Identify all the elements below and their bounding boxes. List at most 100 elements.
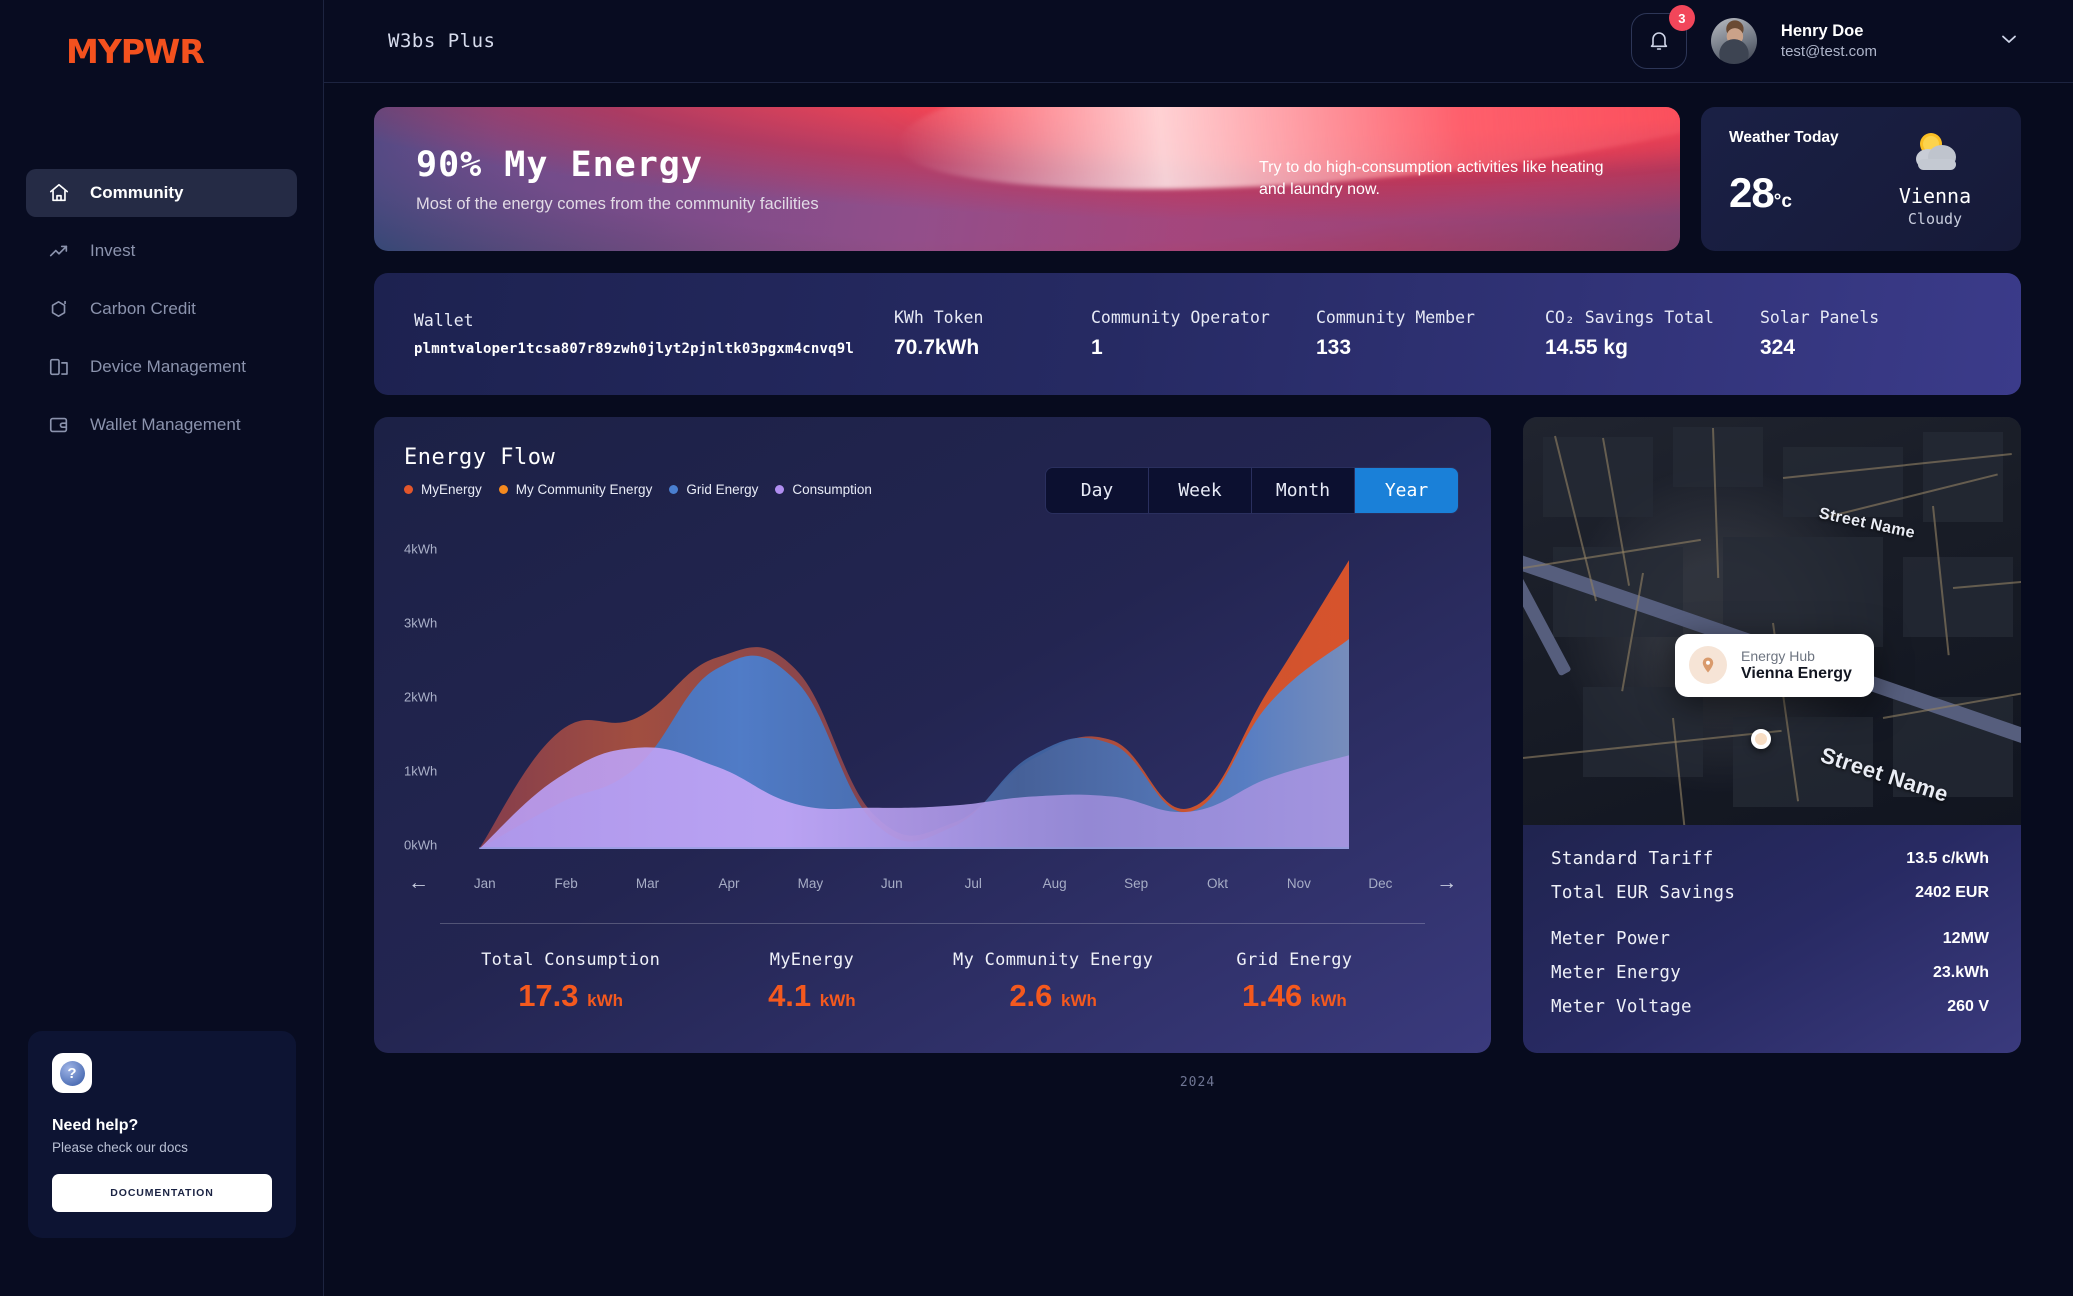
weather-right: Vienna Cloudy <box>1875 129 1995 228</box>
hero-text: 90% My Energy Most of the energy comes f… <box>374 145 819 214</box>
tab-month[interactable]: Month <box>1252 468 1355 513</box>
legend-item-grid-energy[interactable]: Grid Energy <box>669 482 758 497</box>
month-sep[interactable]: Sep <box>1095 876 1176 891</box>
stat-label: Wallet <box>414 311 474 330</box>
hero-tip: Try to do high-consumption activities li… <box>1259 159 1604 198</box>
month-jan[interactable]: Jan <box>444 876 525 891</box>
month-aug[interactable]: Aug <box>1014 876 1095 891</box>
user-info[interactable]: Henry Doe test@test.com <box>1781 22 1877 60</box>
sun-behind-cloud-icon <box>1904 133 1966 177</box>
info-row-standard-tariff: Standard Tariff 13.5 c/kWh <box>1551 849 1989 869</box>
tab-week[interactable]: Week <box>1149 468 1252 513</box>
brand-logo[interactable]: MYPWR <box>66 32 323 71</box>
map-view[interactable]: Street Name Street Name Energy Hub Vienn… <box>1523 417 2021 825</box>
month-okt[interactable]: Okt <box>1177 876 1258 891</box>
month-apr[interactable]: Apr <box>688 876 769 891</box>
month-mar[interactable]: Mar <box>607 876 688 891</box>
month-nov[interactable]: Nov <box>1258 876 1339 891</box>
prev-period-button[interactable]: ← <box>408 871 444 895</box>
chart-totals: Total Consumption 17.3 kWh MyEnergy 4.1 … <box>404 950 1461 1014</box>
stat-value: 14.55 kg <box>1545 336 1628 359</box>
notifications-button[interactable]: 3 <box>1630 5 1695 69</box>
legend-item-consumption[interactable]: Consumption <box>775 482 872 497</box>
legend-label: Consumption <box>792 482 872 497</box>
month-feb[interactable]: Feb <box>525 876 606 891</box>
month-may[interactable]: May <box>770 876 851 891</box>
legend-color-dot <box>775 485 785 494</box>
total-value: 2.6 kWh <box>933 978 1174 1014</box>
stat-label: KWh Token <box>894 308 984 327</box>
map-hub-label: Energy Hub <box>1741 647 1815 664</box>
total-unit: kWh <box>587 991 624 1010</box>
hero-subtitle: Most of the energy comes from the commun… <box>416 194 819 213</box>
map-hub-marker[interactable]: Energy Hub Vienna Energy <box>1675 634 1874 697</box>
topbar-right: 3 Henry Doe test@test.com <box>1630 5 2021 69</box>
info-row-meter-energy: Meter Energy 23.kWh <box>1551 963 1989 983</box>
info-key: Meter Power <box>1551 929 1671 949</box>
month-dec[interactable]: Dec <box>1340 876 1421 891</box>
legend-label: My Community Energy <box>515 482 653 497</box>
info-row-total-eur-savings: Total EUR Savings 2402 EUR <box>1551 883 1989 903</box>
stat-label: Solar Panels <box>1760 308 1880 327</box>
stat-community-member: Community Member 133 <box>1316 308 1545 360</box>
y-tick: 1kWh <box>404 763 438 779</box>
total-unit: kWh <box>1061 991 1097 1010</box>
sidebar-item-invest[interactable]: Invest <box>26 227 297 275</box>
total-community-energy: My Community Energy 2.6 kWh <box>933 950 1174 1014</box>
info-value: 13.5 c/kWh <box>1906 850 1989 867</box>
hero-row: 90% My Energy Most of the energy comes f… <box>374 107 2021 251</box>
sidebar-item-carbon-credit[interactable]: Carbon Credit <box>26 285 297 333</box>
help-title: Need help? <box>52 1117 139 1134</box>
info-key: Meter Energy <box>1551 963 1682 983</box>
info-key: Standard Tariff <box>1551 849 1714 869</box>
month-jul[interactable]: Jul <box>933 876 1014 891</box>
chevron-down-icon[interactable] <box>1997 27 2021 56</box>
sidebar-item-label: Community <box>90 183 184 202</box>
hero-banner: 90% My Energy Most of the energy comes f… <box>374 107 1680 251</box>
home-icon <box>48 182 70 204</box>
tab-day[interactable]: Day <box>1046 468 1149 513</box>
stat-co2-savings: CO₂ Savings Total 14.55 kg <box>1545 308 1760 360</box>
sidebar-item-device-management[interactable]: Device Management <box>26 343 297 391</box>
weather-condition: Cloudy <box>1907 210 1963 228</box>
stat-value: 1 <box>1091 336 1103 359</box>
question-mark-icon: ? <box>52 1053 92 1093</box>
stats-bar: Wallet plmntvaloper1tcsa807r89zwh0jlyt2p… <box>374 273 2021 395</box>
energy-flow-card: Energy Flow MyEnergy My Community Energy <box>374 417 1491 1053</box>
weather-temp-unit: °c <box>1773 191 1792 212</box>
avatar[interactable] <box>1710 18 1757 64</box>
legend-color-dot <box>498 485 508 494</box>
sidebar-nav: Community Invest Carbon Credit Device Ma… <box>0 169 323 449</box>
info-value: 260 V <box>1947 998 1989 1015</box>
info-value: 23.kWh <box>1932 964 1989 981</box>
footer-year: 2024 <box>1179 1075 1216 1090</box>
total-label: MyEnergy <box>769 950 855 970</box>
total-grid-energy: Grid Energy 1.46 kWh <box>1174 950 1415 1014</box>
sidebar-item-wallet-management[interactable]: Wallet Management <box>26 401 297 449</box>
info-key: Total EUR Savings <box>1551 883 1736 903</box>
tab-year[interactable]: Year <box>1355 468 1458 513</box>
stat-value: 70.7kWh <box>894 336 980 359</box>
energy-flow-chart <box>479 560 1349 849</box>
legend-color-dot <box>669 485 679 494</box>
wallet-address[interactable]: plmntvaloper1tcsa807r89zwh0jlyt2pjnltk03… <box>414 341 894 357</box>
stat-label: Community Operator <box>1091 308 1270 327</box>
total-number: 2.6 <box>1009 978 1053 1013</box>
next-period-button[interactable]: → <box>1421 871 1457 895</box>
total-number: 1.46 <box>1241 978 1303 1013</box>
documentation-button[interactable]: DOCUMENTATION <box>52 1174 272 1212</box>
total-number: 17.3 <box>518 978 579 1013</box>
sidebar-item-label: Device Management <box>90 357 246 376</box>
sidebar-item-community[interactable]: Community <box>26 169 297 217</box>
map-location-dot[interactable] <box>1751 729 1771 749</box>
legend-item-community-energy[interactable]: My Community Energy <box>498 482 653 497</box>
total-unit: kWh <box>819 991 856 1010</box>
info-value: 2402 EUR <box>1915 884 1989 901</box>
user-email: test@test.com <box>1780 43 1877 60</box>
content: 90% My Energy Most of the energy comes f… <box>324 83 2073 1296</box>
month-jun[interactable]: Jun <box>851 876 932 891</box>
sidebar-item-label: Invest <box>90 241 136 260</box>
legend-item-my-energy[interactable]: MyEnergy <box>404 482 482 497</box>
weather-card: Weather Today 28°c Vienna Cloudy <box>1701 107 2021 251</box>
